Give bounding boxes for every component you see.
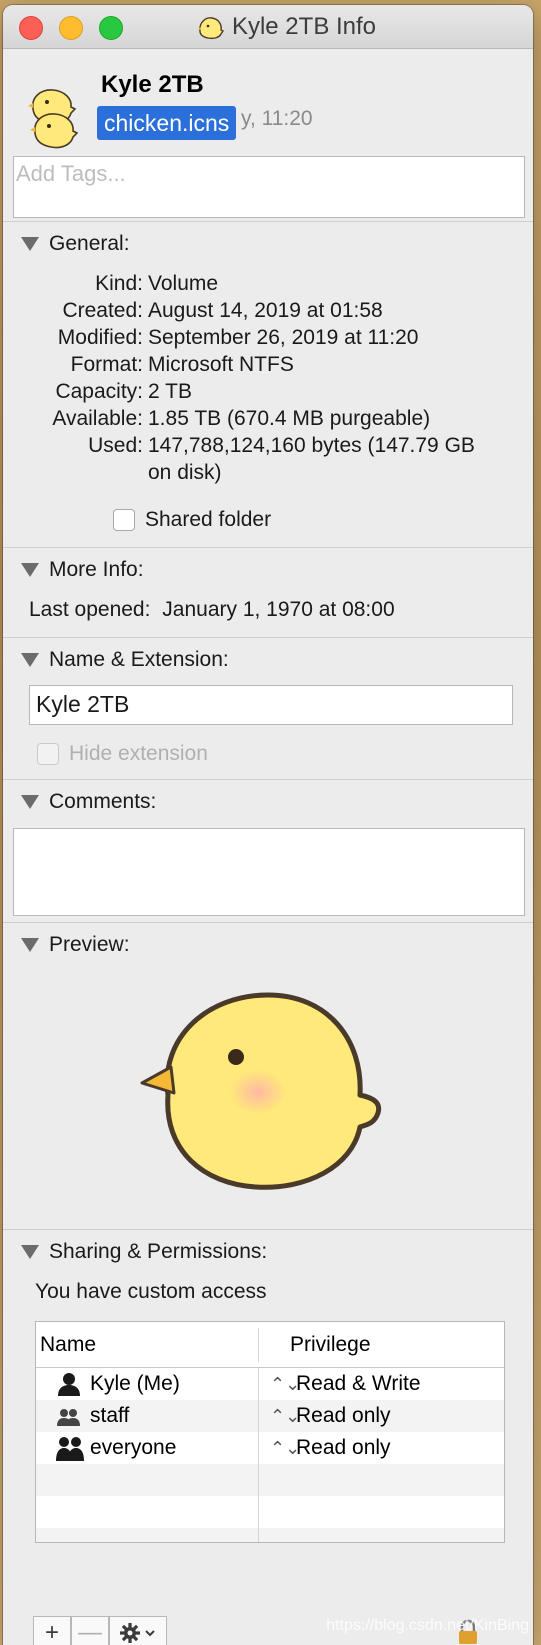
preview-disclosure[interactable]: Preview: bbox=[21, 933, 130, 957]
chick-title-icon bbox=[197, 17, 224, 40]
column-divider bbox=[258, 1368, 259, 1542]
gear-icon bbox=[120, 1623, 155, 1643]
used-value-line2: on disk) bbox=[148, 461, 222, 484]
table-row-empty bbox=[36, 1496, 504, 1528]
privilege-value[interactable]: Read only bbox=[296, 1436, 391, 1460]
hide-extension-checkbox bbox=[37, 743, 59, 765]
format-label: Format: bbox=[70, 353, 143, 376]
permissions-table: Name Privilege Kyle (Me) ⌃⌄ Read & Write bbox=[35, 1321, 505, 1543]
privilege-value[interactable]: Read & Write bbox=[296, 1372, 421, 1396]
preview-heading: Preview: bbox=[49, 933, 130, 956]
last-opened-label: Last opened: bbox=[29, 598, 151, 621]
single-user-icon bbox=[58, 1373, 80, 1396]
column-header-privilege[interactable]: Privilege bbox=[290, 1333, 371, 1357]
disclosure-triangle-icon bbox=[21, 237, 39, 251]
table-row[interactable]: everyone ⌃⌄ Read only bbox=[36, 1432, 504, 1464]
comments-textarea[interactable] bbox=[13, 828, 525, 916]
action-menu-button[interactable] bbox=[109, 1616, 167, 1645]
name-extension-disclosure[interactable]: Name & Extension: bbox=[21, 648, 229, 672]
window-title: Kyle 2TB Info bbox=[231, 13, 377, 40]
disclosure-triangle-icon bbox=[21, 653, 39, 667]
group-icon bbox=[57, 1409, 80, 1426]
name-extension-heading: Name & Extension: bbox=[49, 648, 229, 671]
shared-folder-checkbox[interactable] bbox=[113, 509, 135, 531]
last-opened-value: January 1, 1970 at 08:00 bbox=[162, 598, 395, 621]
dragged-file-label: chicken.icns bbox=[97, 106, 237, 140]
add-user-button[interactable]: + bbox=[33, 1616, 71, 1645]
last-opened-row: Last opened: January 1, 1970 at 08:00 bbox=[29, 598, 395, 622]
column-separator bbox=[258, 1328, 259, 1362]
table-row-empty bbox=[36, 1528, 504, 1542]
name-input[interactable]: Kyle 2TB bbox=[29, 685, 513, 725]
preview-section: Preview: bbox=[3, 922, 533, 1229]
remove-user-button[interactable]: — bbox=[71, 1616, 109, 1645]
sharing-disclosure[interactable]: Sharing & Permissions: bbox=[21, 1240, 267, 1264]
shared-folder-option[interactable]: Shared folder bbox=[113, 508, 271, 532]
chick-volume-icon[interactable] bbox=[25, 75, 89, 155]
volume-name: Kyle 2TB bbox=[101, 71, 204, 98]
title-bar[interactable]: Kyle 2TB Info bbox=[3, 5, 533, 49]
permissions-button-bar: + — bbox=[33, 1616, 167, 1645]
hide-extension-label: Hide extension bbox=[69, 742, 208, 765]
more-info-heading: More Info: bbox=[49, 558, 144, 581]
used-label: Used: bbox=[88, 434, 143, 457]
privilege-value[interactable]: Read only bbox=[296, 1404, 391, 1428]
kind-label: Kind: bbox=[95, 272, 143, 295]
everyone-icon bbox=[56, 1437, 84, 1461]
comments-heading: Comments: bbox=[49, 790, 157, 813]
general-disclosure[interactable]: General: bbox=[21, 232, 130, 256]
user-name: Kyle (Me) bbox=[90, 1372, 180, 1395]
disclosure-triangle-icon bbox=[21, 795, 39, 809]
column-header-name[interactable]: Name bbox=[40, 1333, 96, 1357]
table-row[interactable]: staff ⌃⌄ Read only bbox=[36, 1400, 504, 1432]
user-name: everyone bbox=[90, 1436, 177, 1459]
created-value: August 14, 2019 at 01:58 bbox=[148, 299, 383, 322]
table-row[interactable]: Kyle (Me) ⌃⌄ Read & Write bbox=[36, 1368, 504, 1400]
access-text: You have custom access bbox=[35, 1280, 267, 1303]
shared-folder-label: Shared folder bbox=[145, 508, 272, 531]
watermark-text: https://blog.csdn.net/KinBing bbox=[326, 1617, 529, 1634]
name-extension-section: Name & Extension: Kyle 2TB Hide extensio… bbox=[3, 637, 533, 779]
disclosure-triangle-icon bbox=[21, 1245, 39, 1259]
info-window: Kyle 2TB Info Kyle 2TB y, 11:20 chicken.… bbox=[3, 5, 533, 1645]
general-heading: General: bbox=[49, 232, 130, 255]
used-value: 147,788,124,160 bytes (147.79 GB bbox=[148, 434, 475, 457]
disclosure-triangle-icon bbox=[21, 563, 39, 577]
sharing-heading: Sharing & Permissions: bbox=[49, 1240, 268, 1263]
title-group: Kyle 2TB Info bbox=[3, 5, 533, 49]
capacity-value: 2 TB bbox=[148, 380, 192, 403]
more-info-section: More Info: Last opened: January 1, 1970 … bbox=[3, 547, 533, 637]
tags-input[interactable]: Add Tags... bbox=[13, 156, 525, 218]
more-info-disclosure[interactable]: More Info: bbox=[21, 558, 144, 582]
available-value: 1.85 TB (670.4 MB purgeable) bbox=[148, 407, 431, 430]
modified-label: Modified: bbox=[57, 326, 143, 349]
comments-disclosure[interactable]: Comments: bbox=[21, 790, 156, 814]
table-row-empty bbox=[36, 1464, 504, 1496]
available-label: Available: bbox=[52, 407, 143, 430]
format-value: Microsoft NTFS bbox=[148, 353, 294, 376]
sharing-section: Sharing & Permissions: You have custom a… bbox=[3, 1229, 533, 1645]
disclosure-triangle-icon bbox=[21, 938, 39, 952]
permissions-header: Name Privilege bbox=[36, 1322, 504, 1368]
chick-preview-image bbox=[140, 992, 382, 1190]
info-header: Kyle 2TB y, 11:20 chicken.icns Add Tags.… bbox=[3, 49, 533, 225]
user-name: staff bbox=[90, 1404, 130, 1427]
kind-value: Volume bbox=[148, 272, 219, 295]
capacity-label: Capacity: bbox=[55, 380, 143, 403]
modified-value: September 26, 2019 at 11:20 bbox=[148, 326, 419, 349]
general-section: General: Kind: Volume Created: August 14… bbox=[3, 221, 533, 547]
comments-section: Comments: bbox=[3, 779, 533, 922]
hide-extension-option: Hide extension bbox=[37, 742, 208, 766]
modified-subtitle: y, 11:20 bbox=[241, 107, 313, 130]
created-label: Created: bbox=[62, 299, 143, 322]
